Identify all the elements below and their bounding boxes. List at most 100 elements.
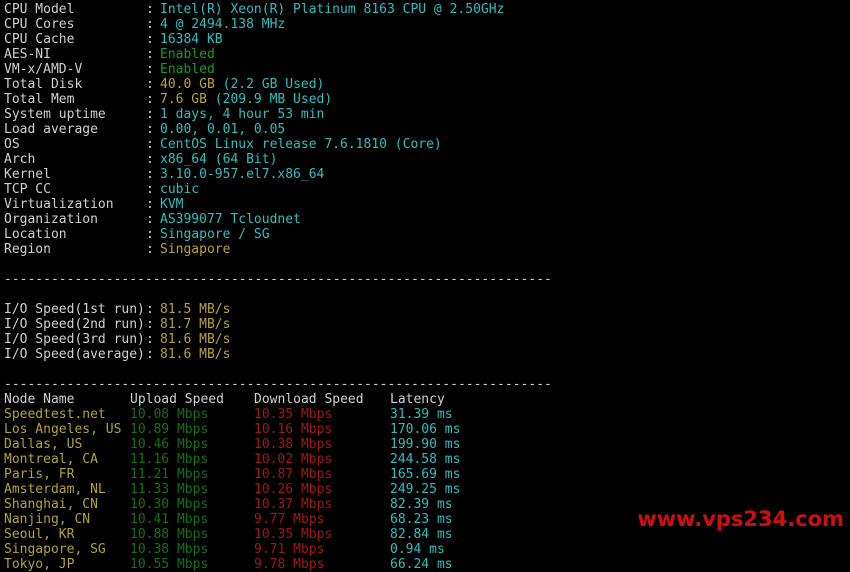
- info-colon: :: [146, 92, 154, 107]
- info-colon: :: [146, 107, 154, 122]
- info-row: Arch: x86_64 (64 Bit): [4, 152, 850, 167]
- info-label: System uptime: [4, 107, 106, 122]
- io-speed-value: 81.7 MB/s: [160, 317, 231, 332]
- speedtest-row: Tokyo, JP 10.55 Mbps 9.78 Mbps 66.24 ms: [4, 557, 850, 572]
- io-speed-value: 81.6 MB/s: [160, 332, 231, 347]
- info-colon: :: [146, 32, 154, 47]
- info-label: VM-x/AMD-V: [4, 62, 83, 77]
- watermark: www.vps234.com: [637, 507, 844, 531]
- info-colon: :: [146, 167, 154, 182]
- info-label: Location: [4, 227, 67, 242]
- latency-value: 66.24 ms: [390, 557, 453, 572]
- info-value: Singapore / SG: [160, 227, 270, 242]
- info-value: CentOS Linux release 7.6.1810 (Core): [160, 137, 442, 152]
- info-label: Organization: [4, 212, 98, 227]
- upload-speed: 10.55 Mbps: [130, 557, 209, 572]
- info-colon: :: [146, 212, 154, 227]
- latency-value: 68.23 ms: [390, 512, 453, 527]
- speedtest-row: Los Angeles, US 10.89 Mbps 10.16 Mbps 170.0…: [4, 422, 850, 437]
- info-row: AES-NI: Enabled: [4, 47, 850, 62]
- info-colon: :: [146, 62, 154, 77]
- upload-speed: 10.08 Mbps: [130, 407, 209, 422]
- info-label: Region: [4, 242, 51, 257]
- terminal-window: CPU Model: Intel(R) Xeon(R) Platinum 8163…: [0, 0, 850, 572]
- upload-speed: 10.38 Mbps: [130, 542, 209, 557]
- info-label: Arch: [4, 152, 36, 167]
- node-name: Speedtest.net: [4, 407, 106, 422]
- column-header-upload: Upload Speed: [130, 392, 224, 407]
- info-colon: :: [146, 137, 154, 152]
- node-name: Shanghai, CN: [4, 497, 98, 512]
- info-colon: :: [146, 122, 154, 137]
- upload-speed: 10.46 Mbps: [130, 437, 209, 452]
- info-colon: :: [146, 17, 154, 32]
- info-label: CPU Cores: [4, 17, 75, 32]
- info-value: cubic: [160, 182, 200, 197]
- speedtest-row: Singapore, SG 10.38 Mbps 9.71 Mbps 0.94 ms: [4, 542, 850, 557]
- io-speed-row: I/O Speed(2nd run):81.7 MB/s: [4, 317, 850, 332]
- info-value: Intel(R) Xeon(R) Platinum 8163 CPU @ 2.5…: [160, 2, 505, 17]
- info-value: KVM: [160, 197, 184, 212]
- info-row: Total Mem:7.6 GB (209.9 MB Used): [4, 92, 850, 107]
- speedtest-row: Dallas, US 10.46 Mbps 10.38 Mbps 199.90 ms: [4, 437, 850, 452]
- latency-value: 82.84 ms: [390, 527, 453, 542]
- io-speed-colon: :: [146, 317, 154, 332]
- speedtest-header-row: Node Name Upload Speed Download Speed Laten…: [4, 392, 850, 407]
- info-value: 1 days, 4 hour 53 min: [160, 107, 325, 122]
- info-row: OS: CentOS Linux release 7.6.1810 (Core): [4, 137, 850, 152]
- upload-speed: 10.89 Mbps: [130, 422, 209, 437]
- upload-speed: 11.33 Mbps: [130, 482, 209, 497]
- info-value: Enabled: [160, 47, 215, 62]
- io-speed-label: I/O Speed(3rd run): [4, 332, 145, 347]
- node-name: Nanjing, CN: [4, 512, 91, 527]
- download-speed: 10.35 Mbps: [254, 527, 333, 542]
- download-speed: 9.77 Mbps: [254, 512, 325, 527]
- info-value-extra: (2.2 GB Used): [214, 77, 325, 92]
- io-speed-label: I/O Speed(1st run): [4, 302, 145, 317]
- io-speed-block: I/O Speed(1st run):81.5 MB/s I/O Speed(2n…: [4, 302, 850, 362]
- upload-speed: 10.88 Mbps: [130, 527, 209, 542]
- io-speed-colon: :: [146, 332, 154, 347]
- latency-value: 165.69 ms: [390, 467, 461, 482]
- io-speed-label: I/O Speed(2nd run): [4, 317, 145, 332]
- io-speed-row: I/O Speed(average):81.6 MB/s: [4, 347, 850, 362]
- speedtest-row: Montreal, CA 11.16 Mbps 10.02 Mbps 244.58 m…: [4, 452, 850, 467]
- latency-value: 170.06 ms: [390, 422, 461, 437]
- download-speed: 10.02 Mbps: [254, 452, 333, 467]
- info-value: 40.0 GB: [160, 77, 215, 92]
- info-label: CPU Cache: [4, 32, 75, 47]
- download-speed: 10.38 Mbps: [254, 437, 333, 452]
- info-label: Kernel: [4, 167, 51, 182]
- info-colon: :: [146, 182, 154, 197]
- io-speed-colon: :: [146, 347, 154, 362]
- node-name: Dallas, US: [4, 437, 83, 452]
- io-speed-value: 81.5 MB/s: [160, 302, 231, 317]
- upload-speed: 11.21 Mbps: [130, 467, 209, 482]
- latency-value: 82.39 ms: [390, 497, 453, 512]
- download-speed: 10.37 Mbps: [254, 497, 333, 512]
- latency-value: 199.90 ms: [390, 437, 461, 452]
- node-name: Montreal, CA: [4, 452, 98, 467]
- info-row: System uptime:1 days, 4 hour 53 min: [4, 107, 850, 122]
- info-row: CPU Model: Intel(R) Xeon(R) Platinum 8163…: [4, 2, 850, 17]
- info-value: x86_64 (64 Bit): [160, 152, 278, 167]
- info-colon: :: [146, 242, 154, 257]
- download-speed: 9.78 Mbps: [254, 557, 325, 572]
- info-value: 0.00, 0.01, 0.05: [160, 122, 286, 137]
- upload-speed: 10.41 Mbps: [130, 512, 209, 527]
- upload-speed: 10.30 Mbps: [130, 497, 209, 512]
- column-header-download: Download Speed: [254, 392, 364, 407]
- speedtest-row: Amsterdam, NL 11.33 Mbps 10.26 Mbps 249.25 …: [4, 482, 850, 497]
- info-colon: :: [146, 152, 154, 167]
- latency-value: 31.39 ms: [390, 407, 453, 422]
- latency-value: 0.94 ms: [390, 542, 445, 557]
- io-speed-row: I/O Speed(1st run):81.5 MB/s: [4, 302, 850, 317]
- info-value: Enabled: [160, 62, 215, 77]
- info-value: AS399077 Tcloudnet: [160, 212, 301, 227]
- download-speed: 10.16 Mbps: [254, 422, 333, 437]
- download-speed: 10.87 Mbps: [254, 467, 333, 482]
- info-label: Total Disk: [4, 77, 83, 92]
- info-row: Organization: AS399077 Tcloudnet: [4, 212, 850, 227]
